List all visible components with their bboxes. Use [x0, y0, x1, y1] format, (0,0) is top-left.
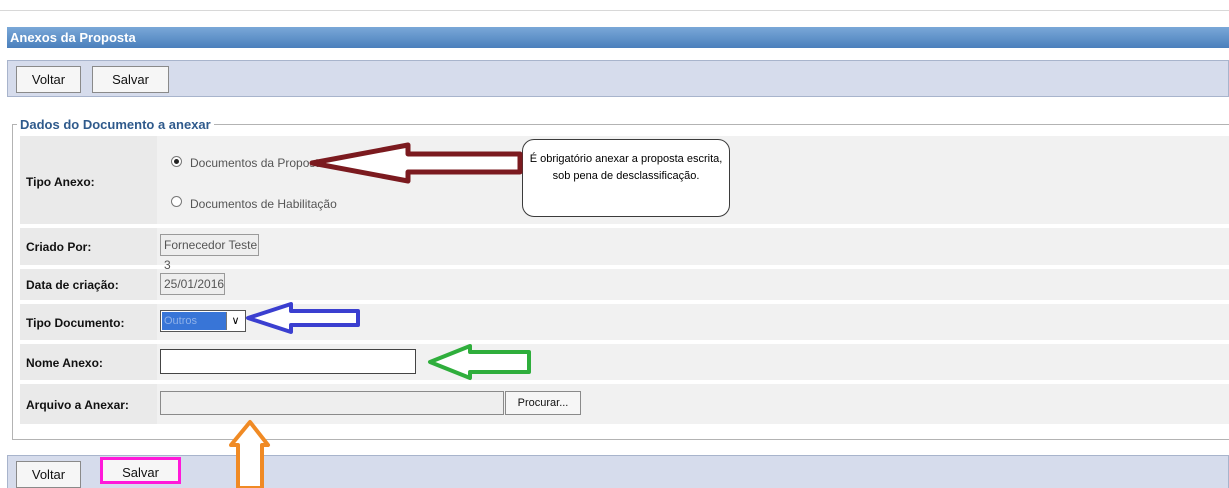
green-arrow-icon	[428, 344, 531, 380]
blue-arrow-icon	[246, 302, 360, 334]
orange-arrow-icon	[229, 420, 270, 488]
dark-red-arrow-icon	[309, 142, 523, 184]
annotation-arrows	[229, 142, 531, 488]
